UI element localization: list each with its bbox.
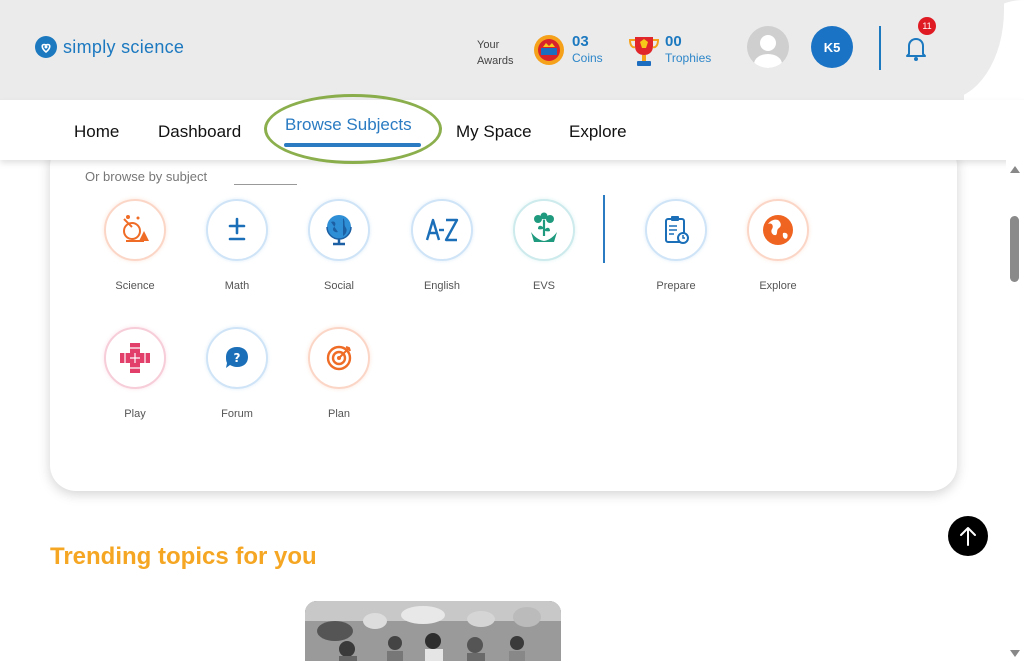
trending-title: Trending topics for you	[50, 543, 317, 570]
subject-science[interactable]: Science	[90, 199, 180, 292]
subject-math[interactable]: Math	[192, 199, 282, 292]
scrollbar-thumb[interactable]	[1010, 216, 1019, 282]
trophies-label: Trophies	[665, 51, 712, 65]
svg-text:?: ?	[234, 351, 241, 365]
coins-value: 03	[572, 33, 589, 50]
target-icon	[326, 345, 352, 371]
logo-icon	[35, 36, 57, 58]
subject-group-divider	[603, 195, 605, 263]
trending-topic-image	[305, 601, 561, 661]
clipboard-icon	[665, 216, 689, 244]
browse-by-subject-label: Or browse by subject	[85, 169, 208, 184]
bell-icon[interactable]	[903, 34, 929, 64]
nav-explore[interactable]: Explore	[569, 122, 627, 142]
subjects-card	[50, 140, 957, 491]
coins-stat[interactable]: 03 Coins	[572, 34, 603, 66]
plant-hand-icon	[531, 212, 557, 242]
scroll-to-top-button[interactable]	[948, 516, 988, 556]
subject-plan[interactable]: Plan	[294, 327, 384, 420]
scroll-down-arrow-icon[interactable]	[1010, 650, 1020, 657]
awards-label: Your Awards	[477, 39, 514, 67]
subject-play[interactable]: Play	[90, 327, 180, 420]
coin-icon	[534, 35, 564, 65]
cross-puzzle-icon	[120, 343, 150, 373]
trophy-icon	[629, 37, 659, 66]
trophies-stat[interactable]: 00 Trophies	[665, 34, 711, 66]
subject-social[interactable]: Social	[294, 199, 384, 292]
subject-evs[interactable]: EVS	[499, 199, 589, 292]
chat-question-icon: ?	[226, 347, 248, 368]
subject-forum[interactable]: ? Forum	[192, 327, 282, 420]
profile-initials-button[interactable]: K5	[811, 26, 853, 68]
nav-my-space[interactable]: My Space	[456, 122, 532, 142]
science-icon	[123, 215, 149, 242]
browse-label-underline	[234, 184, 297, 185]
vertical-scrollbar[interactable]	[1006, 160, 1024, 661]
trending-topic-thumbnail[interactable]	[305, 601, 561, 661]
user-icon	[754, 35, 782, 68]
earth-icon	[763, 215, 793, 245]
subject-explore[interactable]: Explore	[733, 199, 823, 292]
nav-dashboard[interactable]: Dashboard	[158, 122, 241, 142]
nav-home[interactable]: Home	[74, 122, 119, 142]
scroll-up-arrow-icon[interactable]	[1010, 166, 1020, 173]
plus-minus-icon	[228, 217, 246, 241]
arrow-up-icon	[960, 527, 976, 546]
coins-label: Coins	[572, 51, 603, 65]
highlight-circle	[264, 94, 442, 164]
subject-prepare[interactable]: Prepare	[631, 199, 721, 292]
notification-badge: 11	[918, 17, 936, 35]
logo-text: simply science	[63, 36, 185, 57]
globe-icon	[326, 215, 352, 246]
subject-english[interactable]: English	[397, 199, 487, 292]
logo[interactable]: simply science	[35, 36, 184, 58]
page: simply science Your Awards 03 Coins 00 T…	[0, 0, 1024, 661]
top-header: simply science Your Awards 03 Coins 00 T…	[0, 0, 1024, 100]
a-z-icon	[425, 218, 459, 242]
trophies-value: 00	[665, 33, 682, 50]
main-nav: Home Dashboard Browse Subjects My Space …	[0, 94, 1024, 164]
avatar[interactable]	[747, 26, 789, 68]
header-divider	[879, 26, 881, 70]
